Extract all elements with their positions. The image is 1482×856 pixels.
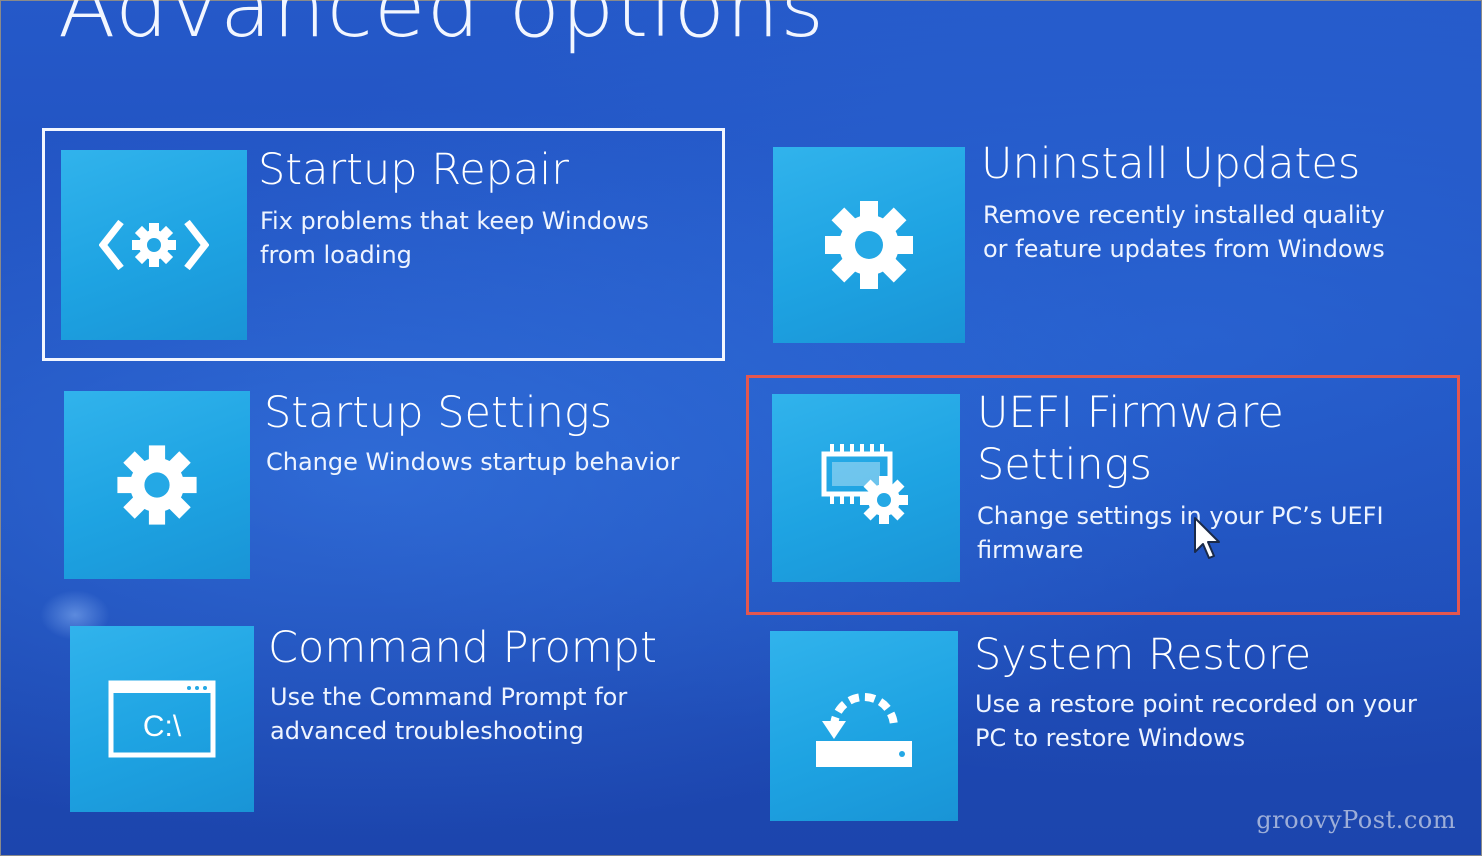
system-restore-tile	[770, 631, 958, 821]
system-restore-icon	[816, 693, 912, 767]
command-prompt-icon-text: C:\	[143, 710, 182, 743]
startup-repair-icon	[99, 219, 209, 271]
command-prompt-icon: C:\	[108, 680, 216, 758]
option-title: System Restore	[974, 630, 1312, 680]
page-title: Advanced options	[58, 0, 825, 56]
option-uninstall-updates[interactable]: Uninstall Updates Remove recently instal…	[760, 128, 1450, 358]
option-description: Change settings in your PC’s UEFI firmwa…	[977, 502, 1384, 564]
option-startup-repair[interactable]: Startup Repair Fix problems that keep Wi…	[42, 128, 725, 361]
option-title: Uninstall Updates	[981, 139, 1361, 189]
option-uefi-firmware-settings[interactable]: UEFI Firmware Settings Change settings i…	[746, 375, 1460, 615]
option-description: Fix problems that keep Windows from load…	[260, 207, 649, 269]
option-title: UEFI Firmware Settings	[977, 388, 1284, 490]
firmware-chip-gear-icon	[821, 444, 908, 524]
option-command-prompt[interactable]: C:\ Command Prompt Use the Command Promp…	[62, 620, 732, 820]
option-title: Startup Repair	[258, 145, 569, 195]
startup-repair-tile	[61, 150, 247, 340]
option-description: Use the Command Prompt for advanced trou…	[270, 683, 628, 745]
command-prompt-tile: C:\	[70, 626, 254, 812]
option-startup-settings[interactable]: Startup Settings Change Windows startup …	[60, 385, 730, 585]
gear-icon	[825, 201, 913, 289]
option-description: Use a restore point recorded on your PC …	[975, 690, 1417, 752]
option-system-restore[interactable]: System Restore Use a restore point recor…	[760, 625, 1450, 825]
watermark: groovyPost.com	[1256, 806, 1456, 834]
option-description: Change Windows startup behavior	[266, 448, 680, 476]
option-title: Command Prompt	[268, 623, 657, 673]
gear-icon	[117, 445, 197, 525]
mouse-pointer-icon	[1193, 516, 1223, 566]
option-title: Startup Settings	[264, 388, 613, 438]
startup-settings-tile	[64, 391, 250, 579]
uninstall-updates-tile	[773, 147, 965, 343]
uefi-firmware-tile	[772, 394, 960, 582]
option-description: Remove recently installed quality or fea…	[983, 201, 1385, 263]
